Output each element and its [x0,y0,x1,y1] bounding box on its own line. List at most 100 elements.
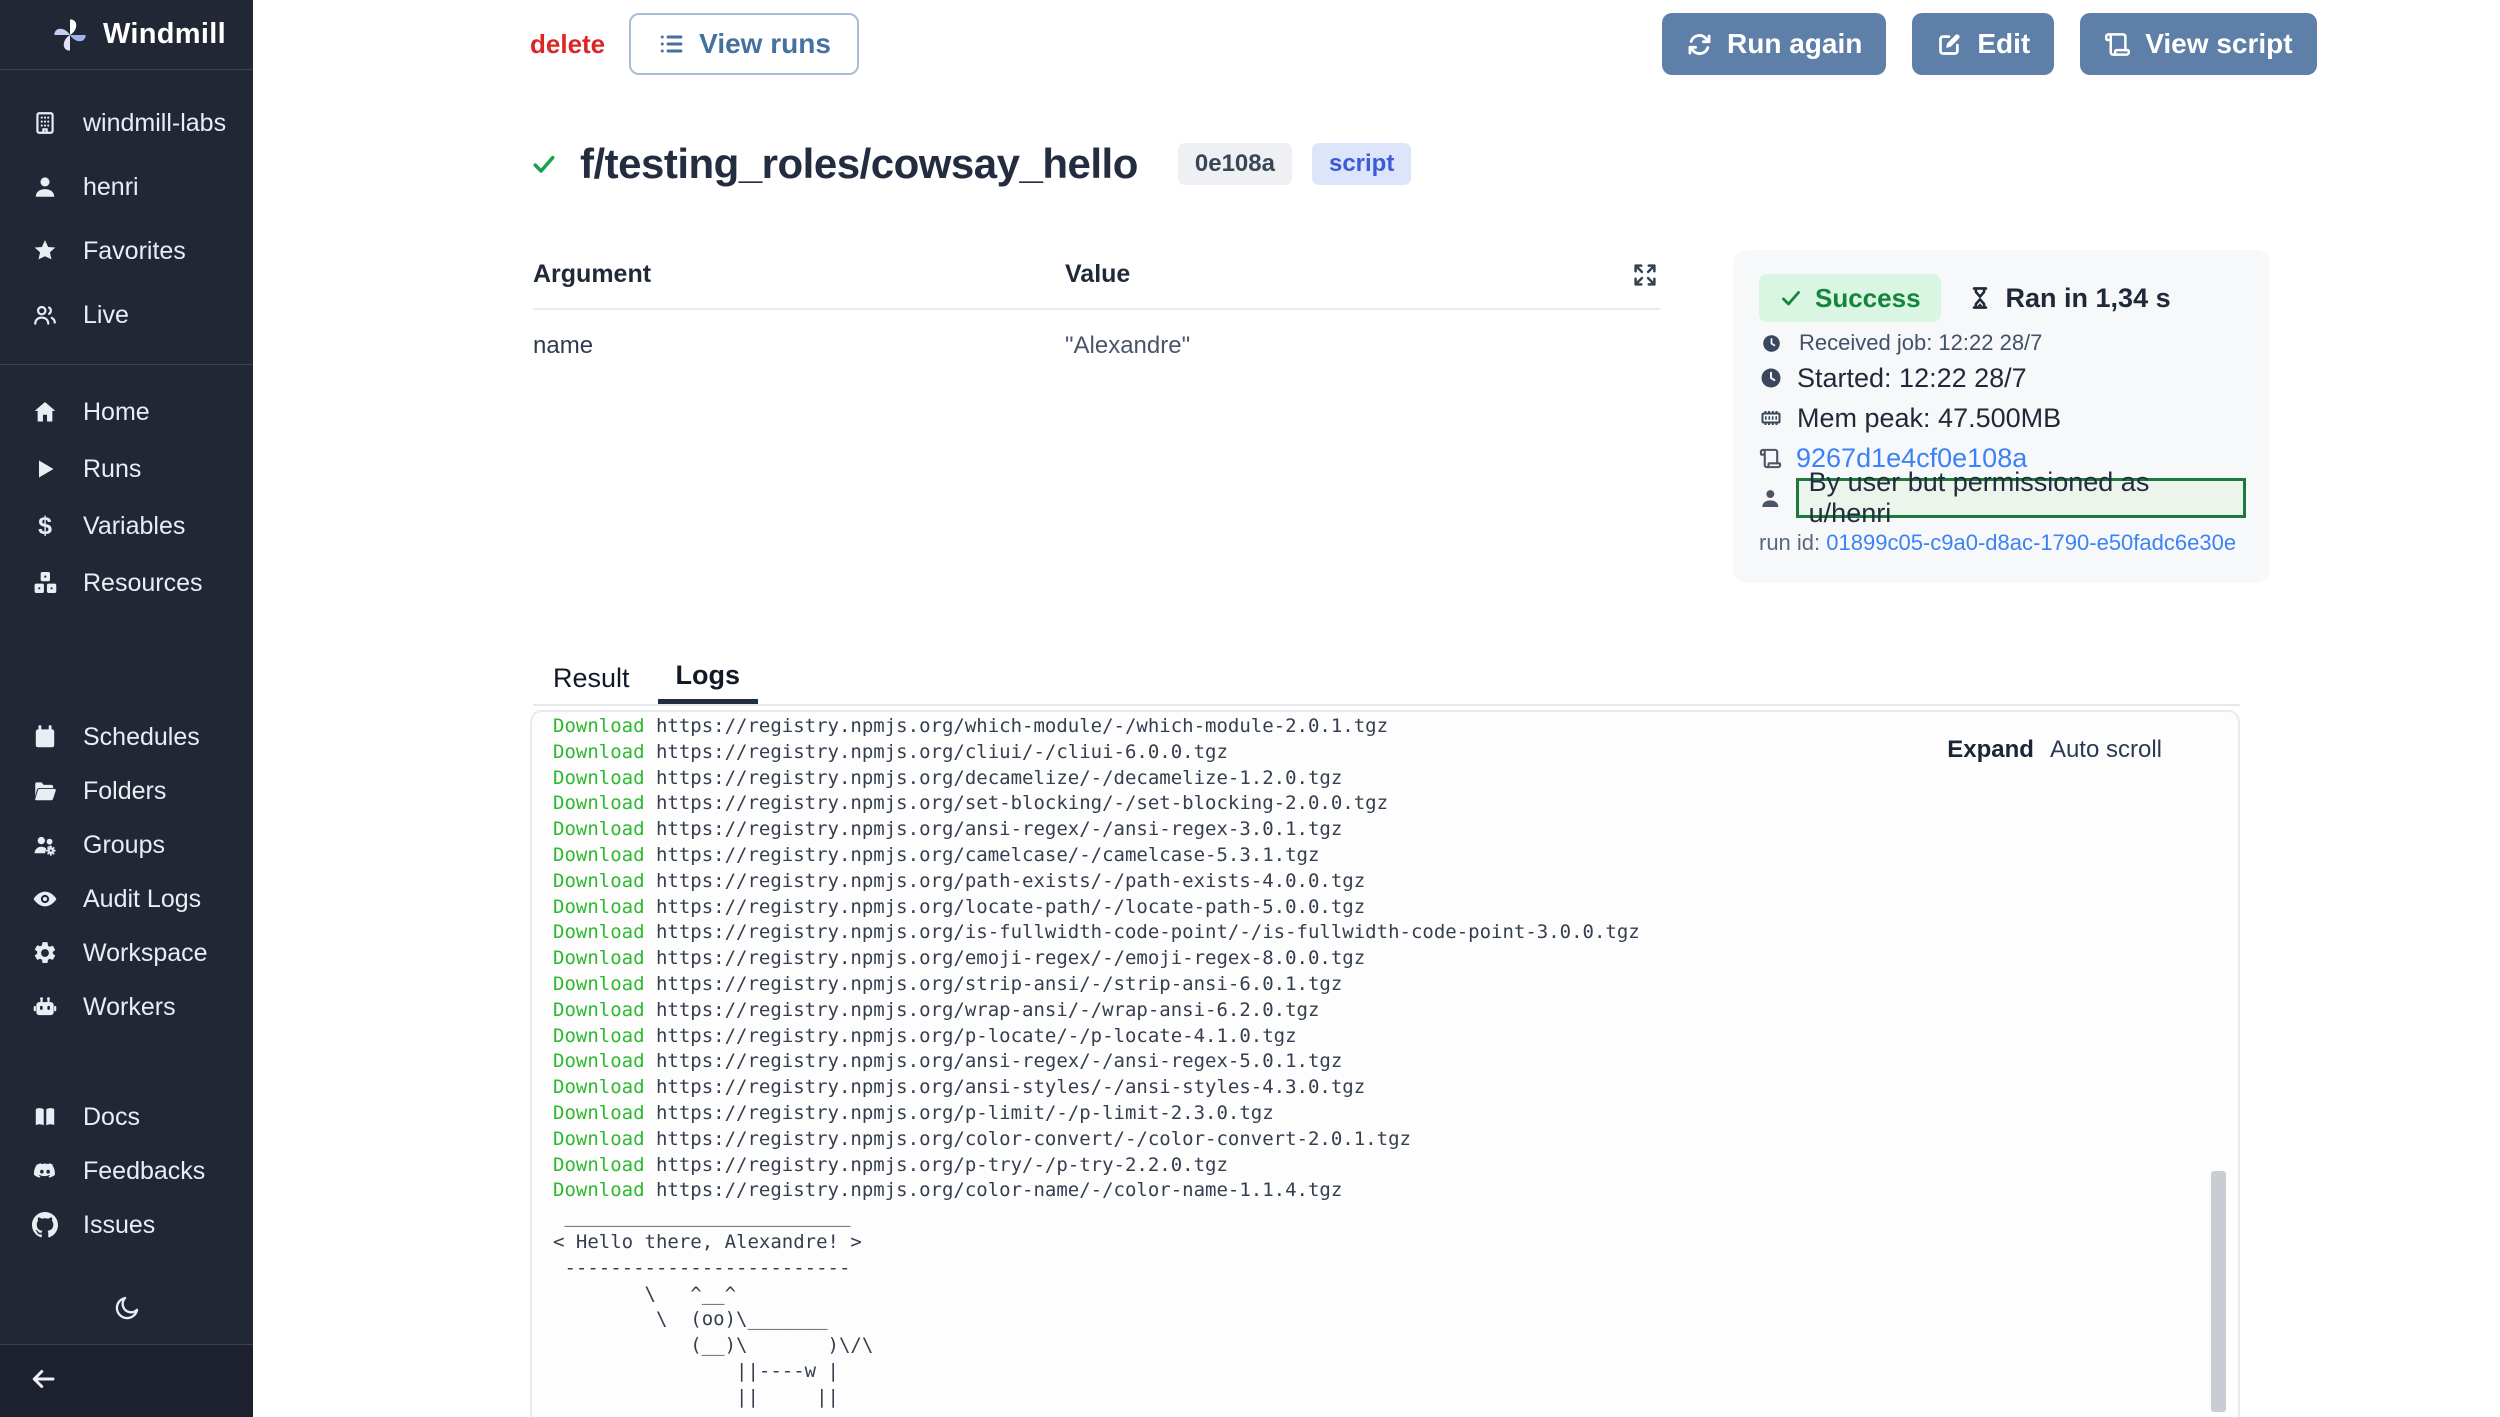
view-runs-button[interactable]: View runs [629,13,859,75]
permission-row: By user but permissioned as u/henri [1759,480,2246,516]
run-duration: Ran in 1,34 s [1967,283,2171,314]
sidebar-item-docs[interactable]: Docs [0,1090,253,1144]
header-left-actions: delete View runs [530,13,859,75]
collapse-sidebar-button[interactable] [28,1364,58,1399]
logs-toolbar: Expand Auto scroll [1947,736,2162,764]
sidebar-item-label: Schedules [83,723,200,752]
mem-peak-row: Mem peak: 47.500MB [1759,400,2246,436]
sidebar-item-user[interactable]: henri [0,160,253,214]
gear-icon [31,939,59,967]
sidebar-item-label: Feedbacks [83,1157,205,1186]
argument-column-header: Argument [533,260,1065,308]
cubes-icon [31,569,59,597]
logs-scrollbar-thumb[interactable] [2211,1171,2226,1412]
sidebar-item-home[interactable]: Home [0,385,253,439]
book-icon [31,1103,59,1131]
star-icon [31,237,59,265]
sidebar-item-label: Live [83,301,129,330]
log-line: Download https://registry.npmjs.org/p-tr… [553,1153,1640,1179]
dollar-icon: $ [31,512,59,540]
home-icon [31,398,59,426]
robot-icon [31,993,59,1021]
app-logo[interactable]: Windmill [0,0,253,70]
logs-panel: Download https://registry.npmjs.org/whic… [530,710,2240,1417]
log-output: Download https://registry.npmjs.org/whic… [553,714,1640,1411]
refresh-icon [1686,31,1713,58]
sidebar-item-favorites[interactable]: Favorites [0,224,253,278]
delete-button[interactable]: delete [530,29,605,60]
sidebar-item-label: Home [83,398,150,427]
expand-logs-button[interactable]: Expand [1947,736,2034,764]
log-line: Download https://registry.npmjs.org/cliu… [553,740,1640,766]
play-icon [31,455,59,483]
sidebar-footer [0,1344,253,1417]
sidebar-item-label: Groups [83,831,165,860]
sidebar-item-issues[interactable]: Issues [0,1198,253,1252]
sidebar-item-groups[interactable]: Groups [0,818,253,872]
sidebar-item-runs[interactable]: Runs [0,442,253,496]
log-line: Download https://registry.npmjs.org/whic… [553,714,1640,740]
sidebar-item-audit-logs[interactable]: Audit Logs [0,872,253,926]
log-line: Download https://registry.npmjs.org/p-lo… [553,1024,1640,1050]
eye-icon [31,885,59,913]
sidebar-main-group: Home Runs $ Variables [0,385,253,610]
sidebar-item-label: Resources [83,569,203,598]
sidebar-workspace-group: windmill-labs henri Favorites [0,96,253,342]
log-line: Download https://registry.npmjs.org/ansi… [553,1049,1640,1075]
received-job-row: Received job: 12:22 28/7 [1759,330,2246,356]
sidebar-item-label: Runs [83,455,141,484]
log-line: Download https://registry.npmjs.org/ansi… [553,1075,1640,1101]
run-status-row: Success Ran in 1,34 s [1759,274,2246,322]
sidebar-item-workspace-settings[interactable]: Workspace [0,926,253,980]
user-icon [31,173,59,201]
clock-icon [1759,366,1783,390]
log-line: Download https://registry.npmjs.org/deca… [553,766,1640,792]
log-line: Download https://registry.npmjs.org/came… [553,843,1640,869]
sidebar-item-folders[interactable]: Folders [0,764,253,818]
sidebar-item-resources[interactable]: Resources [0,556,253,610]
sidebar-item-feedbacks[interactable]: Feedbacks [0,1144,253,1198]
sidebar-item-schedules[interactable]: Schedules [0,710,253,764]
log-line: Download https://registry.npmjs.org/emoj… [553,946,1640,972]
edit-button[interactable]: Edit [1912,13,2054,75]
run-again-button[interactable]: Run again [1662,13,1886,75]
expand-arguments-button[interactable] [1630,260,1660,297]
sidebar-item-label: Favorites [83,237,186,266]
log-line: Download https://registry.npmjs.org/set-… [553,791,1640,817]
sidebar-item-workers[interactable]: Workers [0,980,253,1034]
list-icon [657,30,685,58]
sidebar-help-group: Docs Feedbacks Issues [0,1090,253,1252]
sidebar-divider [0,364,253,365]
tab-result[interactable]: Result [547,652,636,704]
sidebar-item-variables[interactable]: $ Variables [0,499,253,553]
view-script-button[interactable]: View script [2080,13,2316,75]
log-line: Download https://registry.npmjs.org/wrap… [553,998,1640,1024]
autoscroll-toggle[interactable]: Auto scroll [2050,736,2162,764]
hash-badge: 0e108a [1178,143,1292,185]
log-line: Download https://registry.npmjs.org/is-f… [553,920,1640,946]
argument-row: name "Alexandre" [533,310,1660,360]
log-line: Download https://registry.npmjs.org/ansi… [553,817,1640,843]
sidebar-item-label: Workers [83,993,176,1022]
theme-toggle[interactable] [0,1294,253,1327]
users-icon [31,301,59,329]
moon-icon [113,1294,141,1327]
sidebar: Windmill windmill-labs henri [0,0,253,1417]
run-id-link[interactable]: 01899c05-c9a0-d8ac-1790-e50fadc6e30e [1826,530,2236,555]
log-line: Download https://registry.npmjs.org/loca… [553,895,1640,921]
script-type-badge: script [1312,143,1411,185]
svg-text:$: $ [38,513,52,539]
page-title: f/testing_roles/cowsay_hello [580,140,1138,188]
app-title: Windmill [103,18,226,51]
discord-icon [31,1157,59,1185]
sidebar-item-live[interactable]: Live [0,288,253,342]
title-row: f/testing_roles/cowsay_hello 0e108a scri… [530,140,1411,188]
run-id-row: run id: 01899c05-c9a0-d8ac-1790-e50fadc6… [1759,530,2246,556]
started-row: Started: 12:22 28/7 [1759,360,2246,396]
argument-value: "Alexandre" [1065,332,1190,360]
cowsay-ascii-art: _________________________ < Hello there,… [553,1204,1640,1410]
tab-logs[interactable]: Logs [658,652,759,704]
sidebar-item-workspace-selector[interactable]: windmill-labs [0,96,253,150]
clock-icon [1761,333,1782,354]
log-line: Download https://registry.npmjs.org/p-li… [553,1101,1640,1127]
